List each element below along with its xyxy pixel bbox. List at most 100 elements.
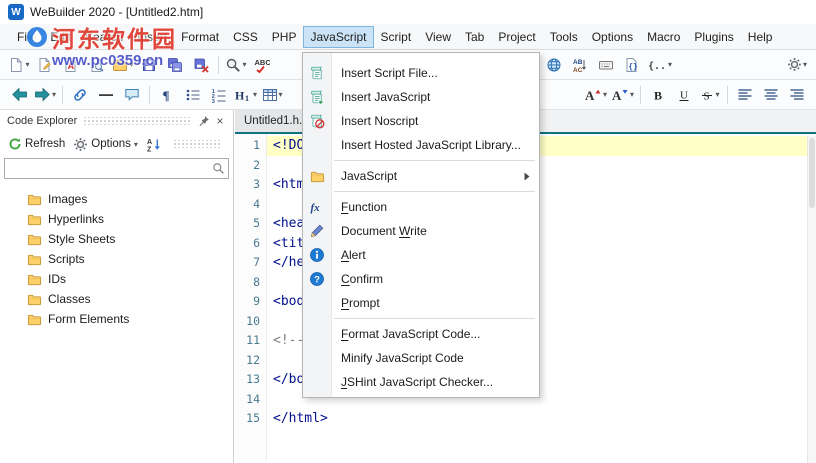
- align-center-button[interactable]: [758, 83, 784, 107]
- code-explorer-panel: Code Explorer × Refresh Options ▾ AZ I: [0, 110, 234, 463]
- save-all-button[interactable]: [162, 53, 188, 77]
- menu-item-format-javascript-code[interactable]: Format JavaScript Code...: [303, 322, 539, 346]
- options-button[interactable]: Options ▾: [70, 135, 141, 154]
- menu-item-document-write[interactable]: Document Write: [303, 219, 539, 243]
- edit-document-button[interactable]: [32, 53, 58, 77]
- editor-scrollbar[interactable]: [807, 136, 816, 463]
- menu-file[interactable]: File: [10, 26, 43, 48]
- menu-item-confirm[interactable]: ?Confirm: [303, 267, 539, 291]
- line-number: 2: [235, 156, 267, 176]
- menu-insert[interactable]: Insert: [130, 26, 174, 48]
- tree-item-hyperlinks[interactable]: Hyperlinks: [0, 209, 233, 229]
- refresh-button[interactable]: Refresh: [5, 135, 68, 153]
- comment-button[interactable]: [119, 83, 145, 107]
- menu-item-insert-javascript[interactable]: Insert JavaScript: [303, 85, 539, 109]
- menu-php[interactable]: PHP: [265, 26, 304, 48]
- toolbar-separator: [727, 86, 728, 104]
- menu-item-function[interactable]: fxFunction: [303, 195, 539, 219]
- menu-item-prompt[interactable]: Prompt: [303, 291, 539, 315]
- underline-button[interactable]: U: [671, 83, 697, 107]
- menu-edit[interactable]: Edit: [43, 26, 78, 48]
- question-icon: ?: [309, 271, 325, 287]
- menu-item-insert-noscript[interactable]: Insert Noscript: [303, 109, 539, 133]
- options-label: Options: [91, 138, 131, 150]
- dropdown-arrow-icon: ▾: [630, 90, 634, 99]
- snippets-button[interactable]: {}: [619, 53, 645, 77]
- list-ul-button[interactable]: [180, 83, 206, 107]
- menu-item-minify-javascript-code[interactable]: Minify JavaScript Code: [303, 346, 539, 370]
- new-from-template-button[interactable]: A: [58, 53, 84, 77]
- font-increase-button[interactable]: A▾: [582, 83, 609, 107]
- pin-icon[interactable]: [196, 113, 212, 129]
- strike-button[interactable]: S▾: [697, 83, 723, 107]
- menu-item-alert[interactable]: Alert: [303, 243, 539, 267]
- code-line[interactable]: 15</html>: [235, 409, 816, 429]
- menu-script[interactable]: Script: [374, 26, 419, 48]
- menu-tab[interactable]: Tab: [458, 26, 491, 48]
- menu-item-jshint-javascript-checker[interactable]: JSHint JavaScript Checker...: [303, 370, 539, 394]
- link-button[interactable]: [67, 83, 93, 107]
- text-replace-icon: ABAC: [572, 57, 588, 73]
- tree-item-images[interactable]: Images: [0, 189, 233, 209]
- menu-help[interactable]: Help: [741, 26, 780, 48]
- list-ol-button[interactable]: 123: [206, 83, 232, 107]
- script-file-icon: [309, 65, 325, 81]
- menu-macro[interactable]: Macro: [640, 26, 687, 48]
- align-left-button[interactable]: [732, 83, 758, 107]
- font-decrease-button[interactable]: A▾: [609, 83, 636, 107]
- page-preview-button[interactable]: [84, 53, 110, 77]
- pilcrow-button[interactable]: ¶: [154, 83, 180, 107]
- menu-plugins[interactable]: Plugins: [687, 26, 740, 48]
- search-icon: [208, 162, 228, 175]
- close-icon[interactable]: ×: [212, 113, 228, 129]
- new-document-button[interactable]: ▾: [6, 53, 32, 77]
- code-explorer-title: Code Explorer: [7, 115, 77, 127]
- dropdown-arrow-icon: ▾: [253, 90, 257, 99]
- menu-item-javascript[interactable]: JavaScript: [303, 164, 539, 188]
- menu-tools[interactable]: Tools: [543, 26, 585, 48]
- save-close-button[interactable]: [188, 53, 214, 77]
- tree-item-form-elements[interactable]: Form Elements: [0, 309, 233, 329]
- menu-item-insert-script-file[interactable]: Insert Script File...: [303, 61, 539, 85]
- table-button[interactable]: ▾: [259, 83, 285, 107]
- svg-text:A: A: [147, 139, 152, 146]
- open-folder-button[interactable]: ▾: [110, 53, 136, 77]
- sort-button[interactable]: AZ: [143, 135, 165, 154]
- spell-check-button[interactable]: ABC: [249, 53, 275, 77]
- keyboard-button[interactable]: [593, 53, 619, 77]
- tree-item-style-sheets[interactable]: Style Sheets: [0, 229, 233, 249]
- heading-button[interactable]: H1▾: [232, 83, 259, 107]
- gear-button[interactable]: ▾: [784, 53, 810, 77]
- menu-options[interactable]: Options: [585, 26, 640, 48]
- menu-search[interactable]: Search: [78, 26, 130, 48]
- search-button[interactable]: ▾: [223, 53, 249, 77]
- tree-item-classes[interactable]: Classes: [0, 289, 233, 309]
- hr-button[interactable]: [93, 83, 119, 107]
- forward-button[interactable]: ▾: [32, 83, 58, 107]
- panel-grip[interactable]: [83, 117, 190, 125]
- tree-item-scripts[interactable]: Scripts: [0, 249, 233, 269]
- scrollbar-thumb[interactable]: [809, 138, 815, 208]
- edit-document-icon: [37, 57, 53, 73]
- code-braces-button[interactable]: {...}▾: [645, 53, 674, 77]
- toolbar-separator: [149, 86, 150, 104]
- menu-project[interactable]: Project: [491, 26, 542, 48]
- menu-javascript[interactable]: JavaScript: [303, 26, 373, 48]
- svg-text:3: 3: [212, 99, 215, 103]
- tree-item-ids[interactable]: IDs: [0, 269, 233, 289]
- align-left-icon: [737, 87, 753, 103]
- menu-item-insert-hosted-javascript-library[interactable]: Insert Hosted JavaScript Library...: [303, 133, 539, 157]
- menu-view[interactable]: View: [418, 26, 458, 48]
- menu-format[interactable]: Format: [174, 26, 226, 48]
- bold-button[interactable]: B: [645, 83, 671, 107]
- dropdown-arrow-icon: ▾: [668, 60, 672, 69]
- save-button[interactable]: [136, 53, 162, 77]
- menu-css[interactable]: CSS: [226, 26, 265, 48]
- browser-button[interactable]: [541, 53, 567, 77]
- text-replace-button[interactable]: ABAC: [567, 53, 593, 77]
- back-button[interactable]: [6, 83, 32, 107]
- align-right-button[interactable]: [784, 83, 810, 107]
- search-input[interactable]: [5, 159, 208, 178]
- svg-text:B: B: [654, 88, 662, 102]
- svg-text:AC: AC: [573, 67, 583, 73]
